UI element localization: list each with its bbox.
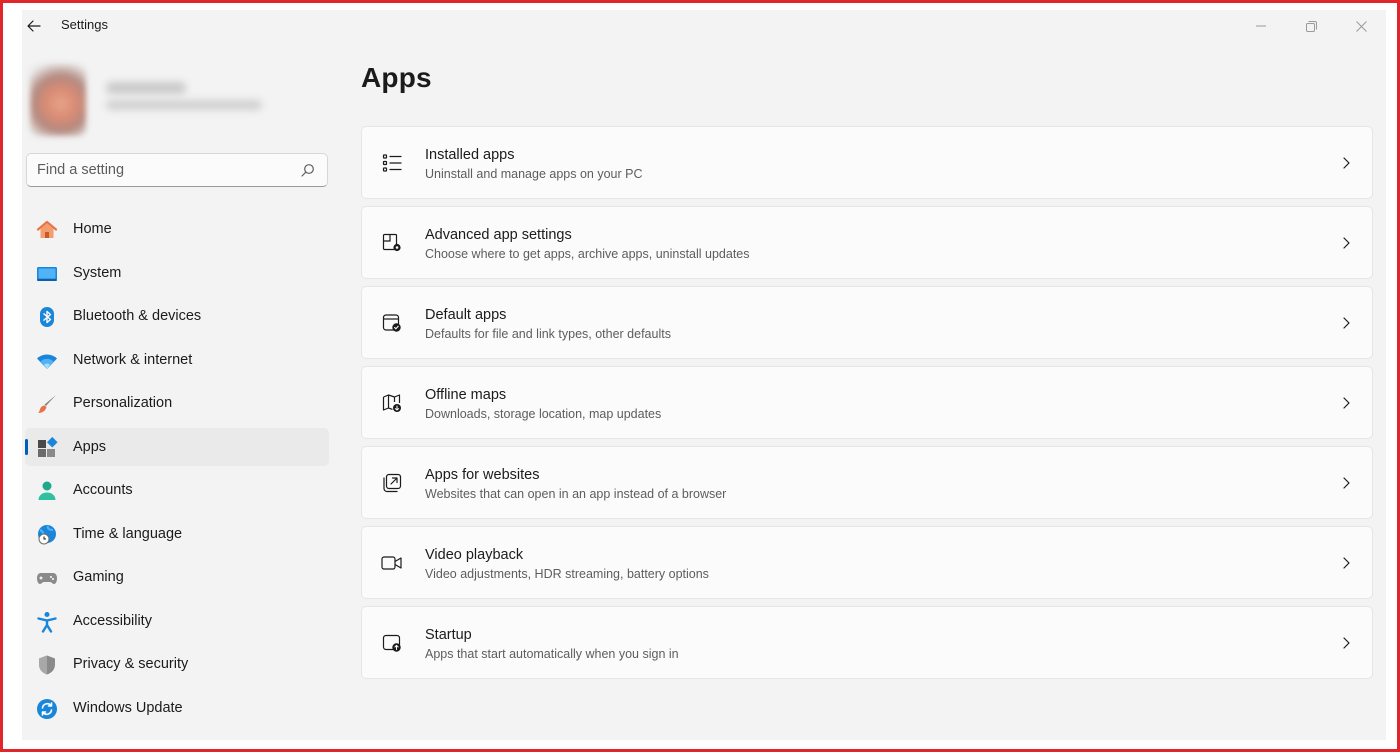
window-controls — [1236, 10, 1386, 42]
accessibility-icon — [36, 611, 58, 633]
card-subtitle: Apps that start automatically when you s… — [425, 647, 679, 661]
sidebar-item-system[interactable]: System — [25, 254, 329, 292]
wifi-icon — [36, 350, 58, 372]
page-title: Apps — [361, 62, 432, 93]
restore-icon — [1305, 20, 1317, 32]
update-icon — [36, 698, 58, 720]
sidebar-item-label: Accounts — [73, 482, 133, 498]
card-title: Video playback — [425, 547, 524, 563]
card-title: Startup — [425, 627, 472, 643]
card-apps-for-websites[interactable]: Apps for websites Websites that can open… — [361, 446, 1373, 519]
sidebar-item-label: Gaming — [73, 569, 124, 585]
minimize-button[interactable] — [1236, 10, 1286, 42]
card-offline-maps[interactable]: Offline maps Downloads, storage location… — [361, 366, 1373, 439]
window-title: Settings — [61, 17, 108, 32]
sidebar-nav: Home System Bluetooth & devices Network … — [25, 210, 329, 732]
sidebar-item-home[interactable]: Home — [25, 210, 329, 248]
gamepad-icon — [36, 567, 58, 589]
card-video-playback[interactable]: Video playback Video adjustments, HDR st… — [361, 526, 1373, 599]
app-settings-icon — [381, 232, 403, 254]
card-startup[interactable]: Startup Apps that start automatically wh… — [361, 606, 1373, 679]
back-button[interactable] — [22, 14, 46, 38]
chevron-right-icon — [1343, 157, 1350, 169]
user-name-blurred — [106, 82, 186, 94]
chevron-right-icon — [1343, 317, 1350, 329]
search-input[interactable] — [37, 154, 287, 186]
settings-window: Settings Find a setting Home System Blue… — [22, 10, 1386, 740]
map-download-icon — [381, 392, 403, 414]
sidebar-item-label: Apps — [73, 438, 107, 455]
sidebar-item-label: Windows Update — [73, 699, 183, 716]
bluetooth-icon — [36, 306, 58, 328]
sidebar-item-label: Home — [73, 221, 112, 237]
chevron-right-icon — [1343, 237, 1350, 249]
title-bar: Settings — [22, 10, 1386, 42]
shield-icon — [36, 654, 58, 676]
list-icon — [381, 152, 403, 174]
card-title: Offline maps — [425, 387, 507, 403]
card-subtitle: Websites that can open in an app instead… — [425, 487, 727, 501]
card-default-apps[interactable]: Default apps Defaults for file and link … — [361, 286, 1373, 359]
sidebar-item-label: Bluetooth & devices — [73, 308, 202, 324]
open-in-app-icon — [381, 472, 403, 494]
restore-button[interactable] — [1286, 10, 1336, 42]
sidebar-item-bluetooth-devices[interactable]: Bluetooth & devices — [25, 297, 329, 335]
close-button[interactable] — [1336, 10, 1386, 42]
card-title: Apps for websites — [425, 467, 540, 483]
sidebar-item-label: Time & language — [73, 525, 183, 542]
sidebar-item-label: Network & internet — [73, 351, 193, 368]
sidebar-item-gaming[interactable]: Gaming — [25, 558, 329, 596]
home-icon — [36, 219, 58, 241]
chevron-right-icon — [1343, 557, 1350, 569]
user-email-blurred — [106, 100, 262, 110]
chevron-right-icon — [1343, 477, 1350, 489]
sidebar-item-personalization[interactable]: Personalization — [25, 384, 329, 422]
card-advanced-app-settings[interactable]: Advanced app settings Choose where to ge… — [361, 206, 1373, 279]
chevron-right-icon — [1343, 397, 1350, 409]
apps-icon — [36, 436, 58, 459]
system-icon — [36, 263, 58, 285]
sidebar-item-privacy-security[interactable]: Privacy & security — [25, 645, 329, 683]
card-subtitle: Choose where to get apps, archive apps, … — [425, 247, 750, 261]
person-icon — [36, 480, 58, 502]
sidebar-item-apps[interactable]: Apps — [25, 427, 329, 466]
globe-clock-icon — [36, 524, 58, 546]
sidebar-item-label: Privacy & security — [73, 656, 189, 672]
sidebar-item-windows-update[interactable]: Windows Update — [25, 689, 329, 727]
card-title: Advanced app settings — [425, 227, 572, 243]
sidebar-item-time-language[interactable]: Time & language — [25, 515, 329, 553]
default-apps-icon — [381, 312, 403, 334]
avatar — [30, 64, 86, 136]
startup-icon — [381, 632, 403, 654]
card-subtitle: Video adjustments, HDR streaming, batter… — [425, 567, 709, 581]
card-installed-apps[interactable]: Installed apps Uninstall and manage apps… — [361, 126, 1373, 199]
sidebar-item-accounts[interactable]: Accounts — [25, 471, 329, 509]
brush-icon — [36, 393, 58, 415]
video-camera-icon — [381, 552, 403, 574]
user-profile[interactable] — [22, 60, 332, 140]
search-icon — [301, 164, 314, 177]
card-title: Installed apps — [425, 147, 515, 163]
sidebar-item-label: Accessibility — [73, 612, 152, 629]
card-subtitle: Downloads, storage location, map updates — [425, 407, 662, 421]
card-title: Default apps — [425, 307, 507, 323]
sidebar-item-accessibility[interactable]: Accessibility — [25, 602, 329, 640]
close-icon — [1355, 20, 1367, 32]
minimize-icon — [1256, 25, 1266, 27]
back-arrow-icon — [27, 20, 41, 32]
chevron-right-icon — [1343, 637, 1350, 649]
card-subtitle: Uninstall and manage apps on your PC — [425, 167, 643, 181]
search-box[interactable] — [26, 153, 328, 187]
apps-settings-list: Installed apps Uninstall and manage apps… — [361, 126, 1373, 686]
card-subtitle: Defaults for file and link types, other … — [425, 327, 671, 341]
sidebar-item-network-internet[interactable]: Network & internet — [25, 341, 329, 379]
sidebar-item-label: Personalization — [73, 395, 173, 411]
sidebar-item-label: System — [73, 264, 122, 281]
